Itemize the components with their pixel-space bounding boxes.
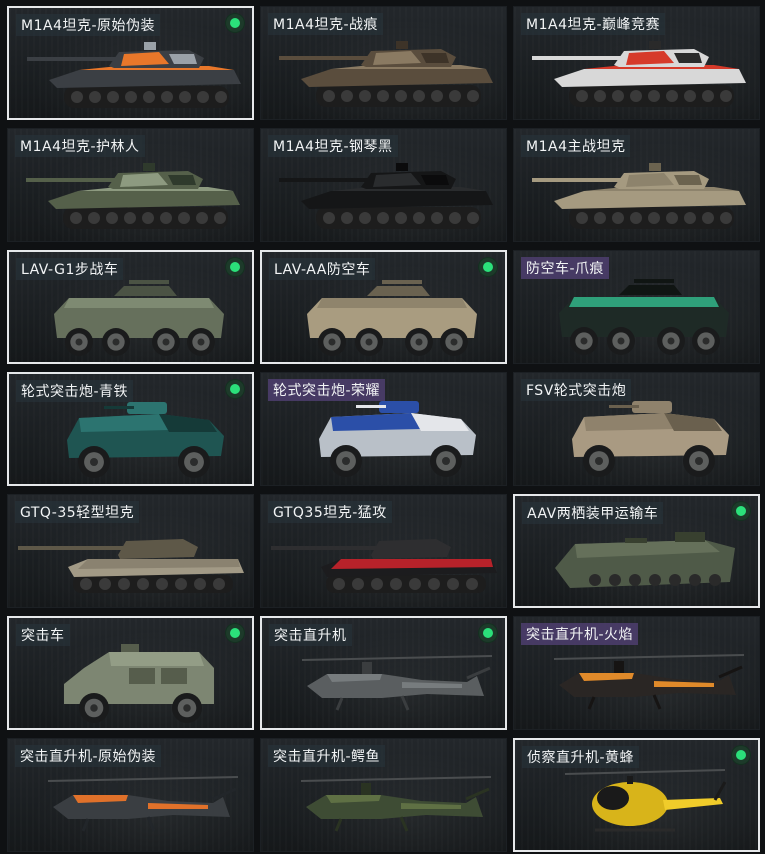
- vehicle-card[interactable]: FSV轮式突击炮: [513, 372, 760, 486]
- vehicle-name: M1A4坦克-原始伪装: [16, 14, 161, 36]
- vehicle-card[interactable]: AAV两栖装甲运输车: [513, 494, 760, 608]
- vehicle-name: 轮式突击炮-青铁: [16, 380, 134, 402]
- vehicle-shape: [27, 42, 241, 108]
- vehicle-name: 突击直升机-火焰: [521, 623, 639, 645]
- vehicle-name: 防空车-爪痕: [521, 257, 610, 279]
- vehicle-card[interactable]: M1A4坦克-钢琴黑: [260, 128, 507, 242]
- vehicle-name: 轮式突击炮-荣耀: [268, 379, 386, 401]
- vehicle-shape: [559, 279, 729, 355]
- vehicle-shape: [301, 655, 493, 711]
- vehicle-name: M1A4坦克-战痕: [268, 13, 384, 35]
- vehicle-shape: [67, 402, 224, 478]
- vehicle-shape: [64, 644, 214, 723]
- vehicle-card[interactable]: 突击直升机-鳄鱼: [260, 738, 507, 852]
- vehicle-name: GTQ-35轻型坦克: [15, 501, 140, 523]
- vehicle-name: M1A4坦克-护林人: [15, 135, 145, 157]
- vehicle-card[interactable]: M1A4坦克-战痕: [260, 6, 507, 120]
- owned-indicator-icon: [226, 14, 244, 32]
- vehicle-card[interactable]: M1A4坦克-巅峰竞赛: [513, 6, 760, 120]
- vehicle-card[interactable]: M1A4坦克-护林人: [7, 128, 254, 242]
- vehicle-card[interactable]: 防空车-爪痕: [513, 250, 760, 364]
- owned-indicator-icon: [732, 746, 750, 764]
- vehicle-shape: [532, 41, 746, 107]
- vehicle-name: 突击直升机: [269, 624, 352, 646]
- vehicle-card[interactable]: M1A4坦克-原始伪装: [7, 6, 254, 120]
- vehicle-card[interactable]: 轮式突击炮-荣耀: [260, 372, 507, 486]
- vehicle-card[interactable]: LAV-G1步战车: [7, 250, 254, 364]
- vehicle-name: M1A4坦克-巅峰竞赛: [521, 13, 666, 35]
- vehicle-shape: [300, 776, 492, 832]
- vehicle-name: LAV-AA防空车: [269, 258, 376, 280]
- vehicle-shape: [555, 532, 735, 588]
- vehicle-card[interactable]: LAV-AA防空车: [260, 250, 507, 364]
- vehicle-card[interactable]: 侦察直升机-黄蜂: [513, 738, 760, 852]
- vehicle-card[interactable]: GTQ-35轻型坦克: [7, 494, 254, 608]
- vehicle-card[interactable]: 突击直升机-火焰: [513, 616, 760, 730]
- vehicle-shape: [553, 654, 745, 710]
- vehicle-card[interactable]: 突击直升机-原始伪装: [7, 738, 254, 852]
- vehicle-grid: M1A4坦克-原始伪装 M1A4坦克-战痕 M1A4坦克-巅峰竞赛 M1A4坦克-护林…: [0, 0, 765, 854]
- owned-indicator-icon: [226, 624, 244, 642]
- vehicle-card[interactable]: 突击直升机: [260, 616, 507, 730]
- vehicle-name: 突击车: [16, 624, 70, 646]
- owned-indicator-icon: [226, 258, 244, 276]
- vehicle-shape: [26, 163, 240, 229]
- vehicle-name: LAV-G1步战车: [16, 258, 124, 280]
- owned-indicator-icon: [479, 624, 497, 642]
- vehicle-shape: [54, 280, 224, 356]
- owned-indicator-icon: [732, 502, 750, 520]
- vehicle-shape: [18, 539, 244, 593]
- vehicle-shape: [532, 163, 746, 229]
- vehicle-card[interactable]: GTQ35坦克-猛攻: [260, 494, 507, 608]
- vehicle-name: M1A4主战坦克: [521, 135, 631, 157]
- vehicle-name: AAV两栖装甲运输车: [522, 502, 664, 524]
- vehicle-name: GTQ35坦克-猛攻: [268, 501, 392, 523]
- vehicle-shape: [319, 401, 476, 477]
- vehicle-shape: [572, 401, 729, 477]
- vehicle-card[interactable]: 突击车: [7, 616, 254, 730]
- vehicle-name: FSV轮式突击炮: [521, 379, 632, 401]
- vehicle-shape: [564, 769, 727, 832]
- vehicle-shape: [307, 280, 477, 356]
- owned-indicator-icon: [226, 380, 244, 398]
- vehicle-shape: [279, 163, 493, 229]
- vehicle-shape: [279, 41, 493, 107]
- vehicle-name: 突击直升机-鳄鱼: [268, 745, 386, 767]
- vehicle-name: 突击直升机-原始伪装: [15, 745, 162, 767]
- vehicle-card[interactable]: M1A4主战坦克: [513, 128, 760, 242]
- vehicle-name: 侦察直升机-黄蜂: [522, 746, 640, 768]
- vehicle-shape: [47, 776, 239, 832]
- vehicle-shape: [271, 539, 497, 593]
- owned-indicator-icon: [479, 258, 497, 276]
- vehicle-card[interactable]: 轮式突击炮-青铁: [7, 372, 254, 486]
- vehicle-name: M1A4坦克-钢琴黑: [268, 135, 398, 157]
